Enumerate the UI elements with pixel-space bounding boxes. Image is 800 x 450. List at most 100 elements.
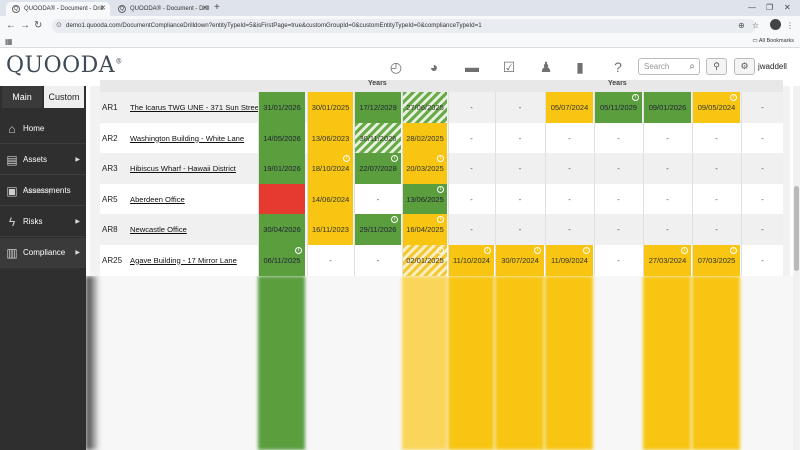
url-input[interactable]: ⊙ demo1.quooda.com/DocumentComplianceDri…	[52, 19, 756, 33]
compliance-cell[interactable]: 30/01/2025	[307, 92, 353, 123]
zoom-icon[interactable]: ⊕	[738, 19, 745, 33]
compliance-cell[interactable]: 11/09/2024 i	[545, 244, 593, 276]
info-icon[interactable]: i	[391, 216, 398, 223]
site-info-icon[interactable]: ⊙	[56, 19, 62, 33]
compliance-cell[interactable]: 02/01/2025 i	[402, 244, 447, 276]
info-icon[interactable]: i	[730, 246, 737, 254]
compliance-cell[interactable]: 22/07/2028 i	[354, 153, 401, 184]
profile-avatar[interactable]	[770, 19, 781, 30]
compliance-cell[interactable]	[258, 183, 305, 215]
sidebar-item-risks[interactable]: ϟ Risks ▶	[0, 207, 86, 237]
compliance-cell[interactable]: 29/11/2026 i	[354, 214, 401, 245]
sidebar-item-home[interactable]: ⌂ Home	[0, 114, 86, 144]
asset-name-link[interactable]: The Icarus TWG UNE - 371 Sun Street	[130, 92, 258, 123]
compliance-cell[interactable]: 27/06/2025	[402, 92, 447, 123]
maximize-icon[interactable]: ❐	[766, 1, 773, 15]
logo-mark: ®	[115, 57, 123, 66]
due-date: -	[761, 194, 764, 204]
compliance-cell[interactable]: 31/01/2026	[258, 92, 305, 123]
calendar-check-icon[interactable]: ☑	[499, 58, 519, 76]
info-icon[interactable]: i	[295, 246, 302, 254]
asset-name-link[interactable]: Washington Building - White Lane	[130, 123, 258, 154]
all-bookmarks-button[interactable]: ▭ All Bookmarks	[752, 36, 794, 47]
compliance-cell[interactable]: 13/06/2025 i	[402, 183, 447, 215]
compliance-cell[interactable]: 18/10/2024 i	[307, 153, 353, 184]
scrollbar-thumb[interactable]	[794, 186, 799, 271]
quooda-logo[interactable]: QUOODA®	[6, 53, 123, 78]
dashboard-gauge-icon[interactable]: ◴	[386, 58, 406, 76]
info-icon[interactable]: i	[583, 246, 590, 254]
due-date: 06/11/2025	[263, 255, 301, 265]
reload-icon[interactable]: ↻	[34, 19, 42, 33]
minimize-icon[interactable]: —	[748, 1, 756, 15]
folder-icon[interactable]: ▬	[462, 58, 482, 76]
compliance-cell[interactable]: 13/06/2023	[307, 122, 353, 154]
back-icon[interactable]: ←	[6, 19, 16, 33]
due-date: -	[617, 225, 620, 234]
bookmark-icon[interactable]: ▮	[570, 58, 590, 76]
close-icon[interactable]: ✕	[100, 2, 106, 16]
compliance-cell[interactable]: 20/03/2025 i	[402, 153, 447, 184]
compliance-cell[interactable]: 05/07/2024	[545, 92, 593, 123]
compliance-cell[interactable]: 27/03/2024 i	[643, 244, 691, 276]
compliance-cell[interactable]: 06/11/2025 i	[258, 244, 305, 276]
info-icon[interactable]: i	[632, 94, 639, 101]
apps-grid-icon[interactable]: ▦	[5, 36, 13, 47]
compliance-cell[interactable]: 30/07/2024 i	[495, 244, 544, 276]
pie-chart-icon[interactable]: ◕	[424, 58, 444, 76]
info-icon[interactable]: i	[437, 155, 444, 162]
compliance-cell[interactable]: 07/03/2025 i	[692, 244, 740, 276]
browser-tab-2[interactable]: Q QUOODA® - Document - Drill ✕	[112, 2, 212, 16]
compliance-cell[interactable]: 30/04/2026	[258, 214, 305, 245]
username[interactable]: jwaddell	[758, 62, 787, 71]
compliance-cell[interactable]: 14/05/2026	[258, 122, 305, 154]
compliance-cell[interactable]: 19/01/2026	[258, 153, 305, 184]
info-icon[interactable]: i	[343, 155, 350, 162]
compliance-cell[interactable]: 11/10/2024 i	[448, 244, 494, 276]
info-icon[interactable]: i	[730, 94, 737, 101]
info-icon[interactable]: i	[437, 216, 444, 223]
compliance-cell[interactable]: 09/01/2026	[643, 92, 691, 123]
info-icon[interactable]: i	[484, 246, 491, 254]
asset-name-link[interactable]: Hibiscus Wharf - Hawaii District	[130, 153, 258, 184]
close-icon[interactable]: ✕	[202, 2, 208, 16]
compliance-cell[interactable]: 28/02/2025	[402, 122, 447, 154]
bookmark-star-icon[interactable]: ☆	[752, 19, 759, 33]
pin-button[interactable]: ⚲	[706, 58, 727, 75]
compliance-cell[interactable]: 05/11/2029 i	[594, 92, 642, 123]
sidebar-item-compliance[interactable]: ▥ Compliance ▶	[0, 238, 86, 268]
due-date: -	[470, 103, 473, 112]
info-icon[interactable]: i	[681, 246, 688, 254]
bell-icon[interactable]: ♟	[536, 58, 556, 76]
compliance-cell[interactable]: 09/05/2024 i	[692, 92, 740, 123]
info-icon[interactable]: i	[391, 155, 398, 162]
asset-name-link[interactable]: Newcastle Office	[130, 214, 258, 245]
tab-custom[interactable]: Custom	[44, 86, 84, 108]
info-icon[interactable]: i	[437, 246, 444, 254]
due-date: 28/02/2025	[406, 133, 444, 143]
info-icon[interactable]: i	[437, 185, 444, 193]
compliance-cell[interactable]: 14/06/2024	[307, 183, 353, 215]
tab-main[interactable]: Main	[2, 86, 42, 108]
compliance-cell[interactable]: 16/04/2025 i	[402, 214, 447, 245]
sidebar-item-assets[interactable]: ▤ Assets ▶	[0, 145, 86, 175]
asset-name-link[interactable]: Aberdeen Office	[130, 184, 258, 215]
compliance-cell[interactable]: 30/11/2026	[354, 122, 401, 154]
user-settings-button[interactable]: ⚙	[734, 58, 755, 75]
help-icon[interactable]: ?	[608, 58, 628, 76]
search-input[interactable]: Search ⌕	[638, 58, 700, 75]
menu-icon[interactable]: ⋮	[786, 19, 794, 33]
compliance-cell: -	[643, 183, 691, 215]
compliance-cell[interactable]: 16/11/2023	[307, 214, 353, 245]
info-icon[interactable]: i	[534, 246, 541, 254]
asset-name-link[interactable]: Agave Building - 17 Mirror Lane	[130, 245, 258, 276]
sidebar-subitem-mandatory[interactable]: Mandatory	[23, 189, 51, 195]
browser-tab-1[interactable]: Q QUOODA® - Document - Drill ✕	[6, 2, 110, 16]
lightning-icon: ϟ	[8, 215, 16, 229]
window-close-icon[interactable]: ✕	[784, 1, 791, 15]
due-date: -	[518, 103, 522, 112]
compliance-cell[interactable]: 17/12/2029	[354, 92, 401, 123]
new-tab-icon[interactable]: +	[214, 1, 220, 15]
forward-icon[interactable]: →	[20, 19, 30, 33]
search-icon[interactable]: ⌕	[689, 59, 695, 74]
